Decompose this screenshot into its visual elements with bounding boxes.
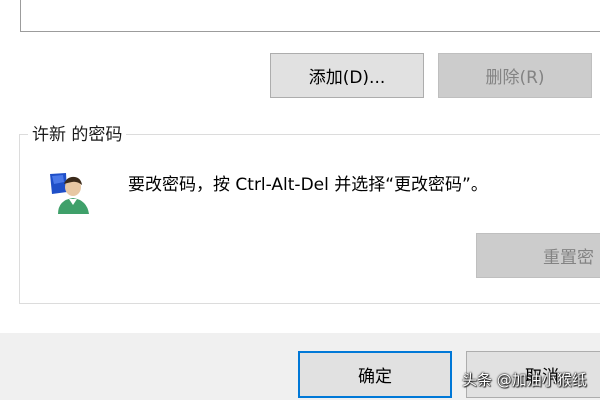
user-list[interactable] bbox=[20, 0, 600, 32]
password-group-box bbox=[19, 134, 600, 304]
watermark-text: 头条 @加油小猴纸 bbox=[462, 371, 587, 389]
reset-password-button[interactable]: 重置密 bbox=[476, 233, 600, 278]
change-password-instruction: 要改密码，按 Ctrl-Alt-Del 并选择“更改密码”。 bbox=[128, 175, 488, 195]
add-user-button[interactable]: 添加(D)... bbox=[270, 53, 424, 98]
user-key-icon bbox=[50, 173, 89, 214]
password-group-title: 许新 的密码 bbox=[28, 123, 127, 147]
ok-button[interactable]: 确定 bbox=[298, 351, 452, 398]
remove-user-button[interactable]: 删除(R) bbox=[438, 53, 592, 98]
